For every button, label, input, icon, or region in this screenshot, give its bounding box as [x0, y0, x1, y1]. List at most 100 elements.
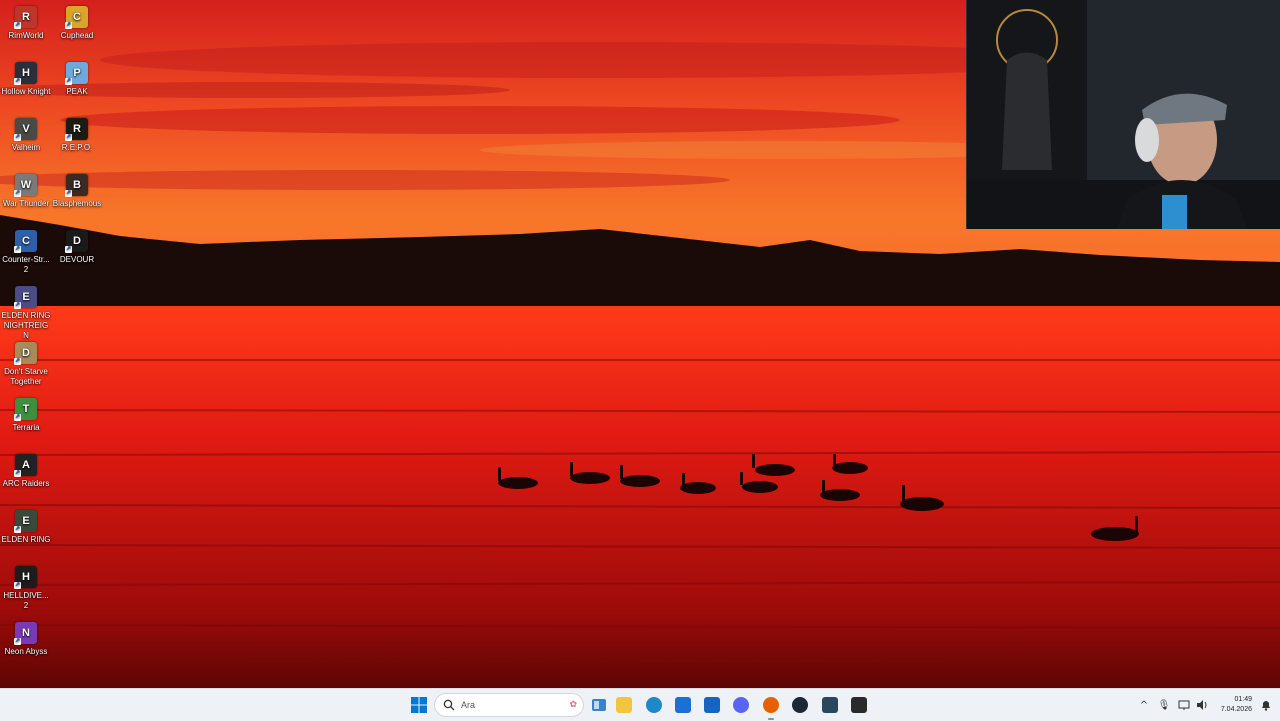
shortcut-arrow-icon: ↗	[14, 358, 21, 365]
arc-raiders-icon: A ↗	[14, 454, 37, 477]
desktop-shortcut[interactable]: D ↗ Don't Starve Together	[0, 338, 52, 387]
desktop-shortcut[interactable]: H ↗ HELLDIVE... 2	[0, 562, 52, 611]
desktop-shortcut[interactable]: A ↗ ARC Raiders	[0, 450, 52, 489]
desktop-shortcut-label: War Thunder	[2, 199, 50, 208]
clock-date: 7.04.2026	[1220, 706, 1252, 713]
widgets-button[interactable]	[587, 693, 611, 717]
repo-icon: R ↗	[65, 118, 88, 141]
store-icon	[675, 697, 691, 713]
steam-notification-icon	[822, 697, 838, 713]
elden-ring-icon: E ↗	[14, 510, 37, 533]
desktop-shortcut[interactable]: W ↗ War Thunder	[0, 170, 52, 209]
desktop-shortcut[interactable]: B ↗ Blasphemous	[51, 170, 103, 209]
shortcut-arrow-icon: ↗	[14, 582, 21, 589]
desktop-shortcut-label: Don't Starve Together	[4, 367, 48, 386]
desktop-shortcut-label: HELLDIVE... 2	[3, 591, 49, 610]
desktop-shortcut-label: Hollow Knight	[1, 87, 51, 96]
neon-abyss-icon: N ↗	[14, 622, 37, 645]
discord-icon	[733, 697, 749, 713]
desktop-shortcut[interactable]: E ↗ ELDEN RING NIGHTREIGN	[0, 282, 52, 341]
elden-ring-nightreign-icon: E ↗	[14, 286, 37, 309]
taskbar-app-firefox[interactable]	[759, 693, 783, 720]
shortcut-arrow-icon: ↗	[65, 246, 72, 253]
shortcut-arrow-icon: ↗	[14, 302, 21, 309]
firefox-icon	[763, 697, 779, 713]
outlook-icon	[704, 697, 720, 713]
counter-strike-icon: C ↗	[14, 230, 37, 253]
desktop-shortcut[interactable]: P ↗ PEAK	[51, 58, 103, 97]
widgets-icon	[592, 699, 606, 711]
network-icon	[1178, 700, 1190, 710]
webcam-overlay	[966, 0, 1280, 229]
shortcut-arrow-icon: ↗	[14, 78, 21, 85]
desktop-shortcut-label: PEAK	[66, 87, 88, 96]
taskbar-app-epic-games[interactable]	[847, 693, 871, 717]
desktop-shortcut-label: Blasphemous	[52, 199, 102, 208]
desktop-shortcut[interactable]: C ↗ Counter-Str... 2	[0, 226, 52, 275]
desktop-shortcut-label: Cuphead	[60, 31, 94, 40]
shortcut-arrow-icon: ↗	[14, 246, 21, 253]
taskbar-search-box[interactable]: Ara ✿	[434, 693, 584, 717]
taskbar-app-file-explorer[interactable]	[612, 693, 636, 717]
desktop-shortcut-label: Terraria	[12, 423, 40, 432]
desktop-shortcut-label: ELDEN RING	[1, 535, 51, 544]
volume-button[interactable]	[1190, 693, 1214, 717]
steam-icon	[792, 697, 808, 713]
volume-icon	[1197, 700, 1207, 710]
desktop-shortcut[interactable]: D ↗ DEVOUR	[51, 226, 103, 265]
terraria-icon: T ↗	[14, 398, 37, 421]
shortcut-arrow-icon: ↗	[65, 78, 72, 85]
valheim-icon: V ↗	[14, 118, 37, 141]
peak-icon: P ↗	[65, 62, 88, 85]
blasphemous-icon: B ↗	[65, 174, 88, 197]
shortcut-arrow-icon: ↗	[14, 190, 21, 197]
war-thunder-icon: W ↗	[14, 174, 37, 197]
taskbar: Ara ✿ ^ 🎙 01:49 7.04.2026	[0, 688, 1280, 721]
search-icon	[443, 699, 455, 711]
shortcut-arrow-icon: ↗	[65, 190, 72, 197]
taskbar-app-edge[interactable]	[642, 693, 666, 717]
desktop-shortcut-label: Neon Abyss	[4, 647, 48, 656]
desktop-shortcut-label: DEVOUR	[59, 255, 95, 264]
desktop-shortcut[interactable]: E ↗ ELDEN RING	[0, 506, 52, 545]
helldivers-icon: H ↗	[14, 566, 37, 589]
desktop-shortcut[interactable]: T ↗ Terraria	[0, 394, 52, 433]
folder-icon	[616, 697, 632, 713]
devour-icon: D ↗	[65, 230, 88, 253]
taskbar-app-store[interactable]	[671, 693, 695, 717]
taskbar-app-outlook[interactable]	[700, 693, 724, 717]
hollow-knight-icon: H ↗	[14, 62, 37, 85]
webcam-feed-image	[967, 0, 1280, 229]
taskbar-app-steam[interactable]	[788, 693, 812, 717]
taskbar-app-steam-notify[interactable]	[818, 693, 842, 717]
microphone-icon: 🎙	[1157, 699, 1171, 711]
desktop-shortcut-label: Counter-Str... 2	[2, 255, 50, 274]
cuphead-icon: C ↗	[65, 6, 88, 29]
desktop-shortcut-label: R.E.P.O.	[61, 143, 93, 152]
dont-starve-together-icon: D ↗	[14, 342, 37, 365]
rimworld-icon: R ↗	[14, 6, 37, 29]
edge-icon	[646, 697, 662, 713]
desktop-shortcut[interactable]: R ↗ R.E.P.O.	[51, 114, 103, 153]
shortcut-arrow-icon: ↗	[65, 134, 72, 141]
shortcut-arrow-icon: ↗	[14, 638, 21, 645]
system-clock[interactable]: 01:49 7.04.2026	[1212, 695, 1252, 715]
shortcut-arrow-icon: ↗	[65, 22, 72, 29]
search-placeholder: Ara	[461, 700, 476, 710]
desktop-shortcut[interactable]: R ↗ RimWorld	[0, 2, 52, 41]
desktop-shortcut-label: RimWorld	[8, 31, 44, 40]
desktop-shortcut[interactable]: N ↗ Neon Abyss	[0, 618, 52, 657]
windows-logo-icon	[411, 697, 427, 713]
desktop-shortcut-label: Valheim	[11, 143, 41, 152]
notification-button[interactable]	[1254, 693, 1278, 717]
taskbar-app-discord[interactable]	[729, 693, 753, 717]
shortcut-arrow-icon: ↗	[14, 134, 21, 141]
shortcut-arrow-icon: ↗	[14, 526, 21, 533]
desktop-shortcut-label: ELDEN RING NIGHTREIGN	[1, 311, 51, 340]
desktop-shortcut[interactable]: H ↗ Hollow Knight	[0, 58, 52, 97]
search-highlight-icon: ✿	[569, 700, 577, 710]
epic-games-icon	[851, 697, 867, 713]
desktop-shortcut[interactable]: C ↗ Cuphead	[51, 2, 103, 41]
desktop-shortcut[interactable]: V ↗ Valheim	[0, 114, 52, 153]
start-button[interactable]	[407, 693, 431, 717]
